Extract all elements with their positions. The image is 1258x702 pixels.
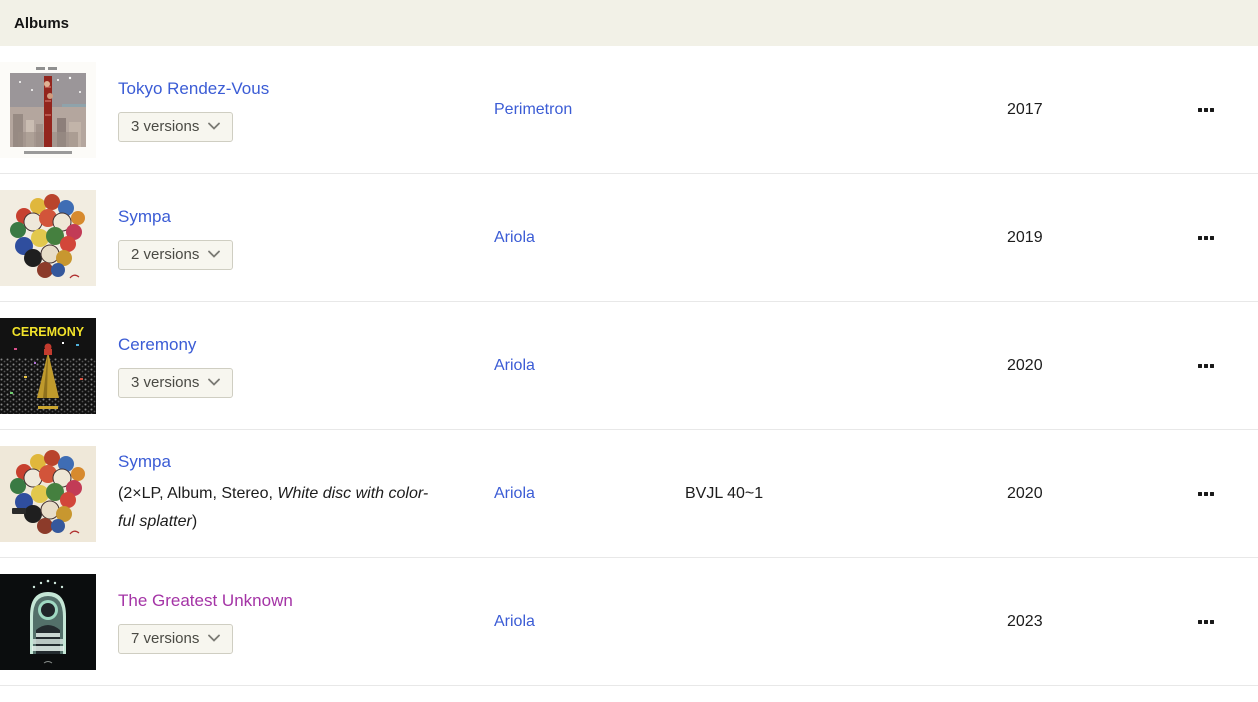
- release-year: 2017: [1007, 100, 1043, 118]
- art-title-text: CEREMONY: [12, 325, 85, 339]
- versions-label: 3 versions: [131, 117, 200, 135]
- versions-dropdown-button[interactable]: 2 versions: [118, 239, 234, 270]
- versions-dropdown-button[interactable]: 3 versions: [118, 111, 234, 142]
- album-row: Sympa 2 versions Ariola 2019: [0, 174, 1258, 302]
- album-title-link[interactable]: Tokyo Rendez-Vous: [118, 78, 269, 100]
- versions-label: 3 versions: [131, 373, 200, 391]
- release-year: 2020: [1007, 356, 1043, 374]
- record-label-link[interactable]: Ariola: [494, 485, 535, 502]
- chevron-down-icon: [208, 378, 221, 386]
- album-title-link[interactable]: Sympa: [118, 451, 171, 473]
- actions-cell: [1107, 230, 1258, 246]
- album-row: Sympa (2×LP, Album, Stereo, White disc w…: [0, 430, 1258, 558]
- title-cell: The Greatest Unknown 7 versions: [118, 590, 494, 654]
- format-description-italic: ful splatter: [118, 513, 192, 530]
- title-cell: Sympa (2×LP, Album, Stereo, White disc w…: [118, 451, 494, 536]
- album-row: CEREMONY Ceremony 3 versions Ariola 2020: [0, 302, 1258, 430]
- albums-list: Tokyo Rendez-Vous 3 versions Perimetron …: [0, 46, 1258, 686]
- release-year: 2020: [1007, 484, 1043, 502]
- title-cell: Ceremony 3 versions: [118, 334, 494, 398]
- versions-dropdown-button[interactable]: 3 versions: [118, 367, 234, 398]
- album-cover-link[interactable]: CEREMONY: [0, 317, 96, 414]
- album-cover-link[interactable]: [0, 61, 96, 158]
- chevron-down-icon: [208, 250, 221, 258]
- actions-cell: [1107, 102, 1258, 118]
- album-row: The Greatest Unknown 7 versions Ariola 2…: [0, 558, 1258, 686]
- actions-cell: [1107, 358, 1258, 374]
- record-label-link[interactable]: Ariola: [494, 613, 535, 630]
- title-cell: Sympa 2 versions: [118, 206, 494, 270]
- title-cell: Tokyo Rendez-Vous 3 versions: [118, 78, 494, 142]
- versions-label: 2 versions: [131, 245, 200, 263]
- album-art-the-greatest-unknown: [0, 573, 96, 670]
- label-cell: Ariola: [494, 485, 685, 503]
- actions-cell: [1107, 614, 1258, 630]
- album-title-link[interactable]: Sympa: [118, 206, 171, 228]
- label-cell: Ariola: [494, 229, 685, 247]
- format-description-italic: White disc with color-: [277, 485, 429, 502]
- more-actions-button[interactable]: [1196, 230, 1216, 246]
- more-actions-button[interactable]: [1196, 358, 1216, 374]
- versions-dropdown-button[interactable]: 7 versions: [118, 623, 234, 654]
- label-cell: Ariola: [494, 357, 685, 375]
- more-actions-button[interactable]: [1196, 486, 1216, 502]
- catalog-number: BVJL 40~1: [685, 484, 764, 502]
- album-title-link[interactable]: The Greatest Unknown: [118, 590, 293, 612]
- actions-cell: [1107, 486, 1258, 502]
- chevron-down-icon: [208, 122, 221, 130]
- more-actions-button[interactable]: [1196, 614, 1216, 630]
- album-cover-link[interactable]: [0, 189, 96, 286]
- record-label-link[interactable]: Perimetron: [494, 101, 572, 118]
- section-title: Albums: [14, 14, 70, 32]
- format-text: ): [191, 513, 198, 530]
- album-title-link[interactable]: Ceremony: [118, 334, 196, 356]
- albums-section-header: Albums: [0, 0, 1258, 46]
- album-row: Tokyo Rendez-Vous 3 versions Perimetron …: [0, 46, 1258, 174]
- release-year: 2023: [1007, 612, 1043, 630]
- album-art-tokyo-rendez-vous: [0, 61, 96, 158]
- label-cell: Perimetron: [494, 101, 685, 119]
- more-actions-button[interactable]: [1196, 102, 1216, 118]
- versions-label: 7 versions: [131, 629, 200, 647]
- release-format: (2×LP, Album, Stereo, White disc with co…: [118, 480, 480, 536]
- album-art-ceremony: CEREMONY: [0, 317, 96, 414]
- record-label-link[interactable]: Ariola: [494, 357, 535, 374]
- album-cover-link[interactable]: [0, 445, 96, 542]
- label-cell: Ariola: [494, 613, 685, 631]
- album-art-sympa: [0, 445, 96, 542]
- album-cover-link[interactable]: [0, 573, 96, 670]
- album-art-sympa: [0, 189, 96, 286]
- chevron-down-icon: [208, 634, 221, 642]
- record-label-link[interactable]: Ariola: [494, 229, 535, 246]
- format-text: (2×LP, Album, Stereo,: [118, 485, 278, 502]
- release-year: 2019: [1007, 228, 1043, 246]
